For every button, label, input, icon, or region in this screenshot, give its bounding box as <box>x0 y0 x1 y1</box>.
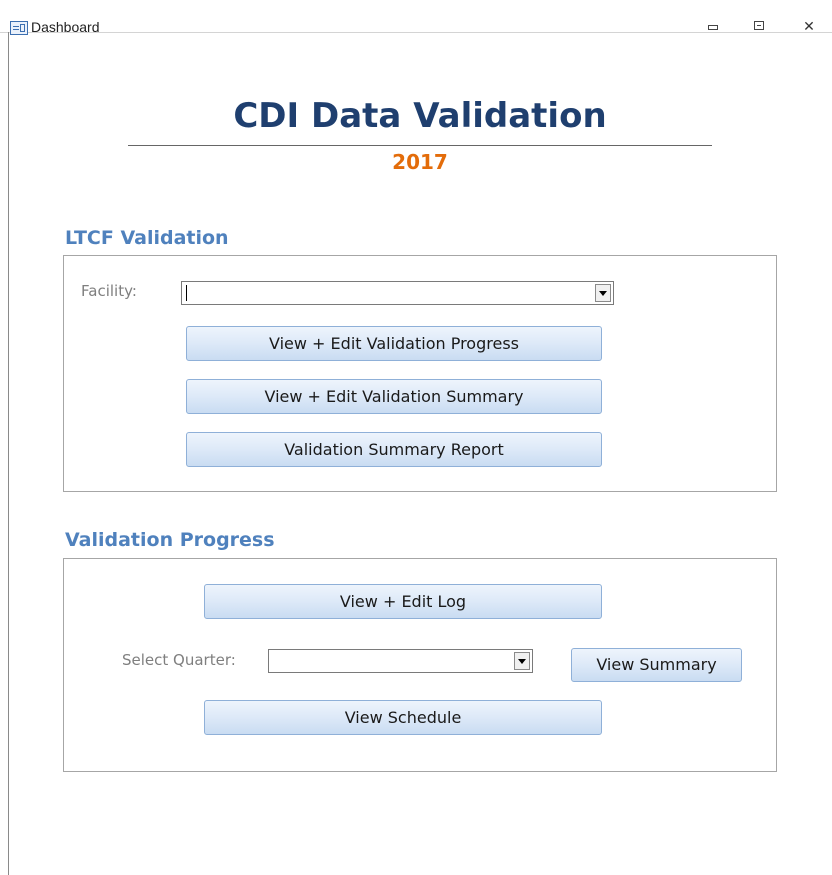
close-button[interactable]: ✕ <box>799 18 819 34</box>
maximize-button[interactable] <box>749 18 769 34</box>
restore-icon <box>754 21 764 30</box>
page-title: CDI Data Validation <box>233 96 607 136</box>
dashboard-window: Dashboard ✕ CDI Data Validation 2017 LTC… <box>0 0 832 875</box>
quarter-combo[interactable] <box>268 649 533 673</box>
view-edit-log-button[interactable]: View + Edit Log <box>204 584 602 619</box>
validation-progress-heading: Validation Progress <box>65 529 275 551</box>
window-title: Dashboard <box>31 19 100 35</box>
form-icon <box>10 21 28 35</box>
chevron-down-icon[interactable] <box>514 652 530 670</box>
validation-summary-report-button[interactable]: Validation Summary Report <box>186 432 602 467</box>
minimize-icon <box>708 25 718 30</box>
text-caret <box>186 285 187 301</box>
year-label: 2017 <box>392 150 448 174</box>
view-summary-button[interactable]: View Summary <box>571 648 742 682</box>
window-left-border <box>8 32 9 875</box>
view-schedule-button[interactable]: View Schedule <box>204 700 602 735</box>
select-quarter-label: Select Quarter: <box>122 651 236 669</box>
minimize-button[interactable] <box>703 18 723 34</box>
title-divider <box>128 145 712 146</box>
facility-combo[interactable] <box>181 281 614 305</box>
title-bar: Dashboard ✕ <box>0 0 832 35</box>
view-edit-validation-summary-button[interactable]: View + Edit Validation Summary <box>186 379 602 414</box>
view-edit-validation-progress-button[interactable]: View + Edit Validation Progress <box>186 326 602 361</box>
facility-label: Facility: <box>81 282 137 300</box>
chevron-down-icon[interactable] <box>595 284 611 302</box>
ltcf-validation-heading: LTCF Validation <box>65 227 229 249</box>
